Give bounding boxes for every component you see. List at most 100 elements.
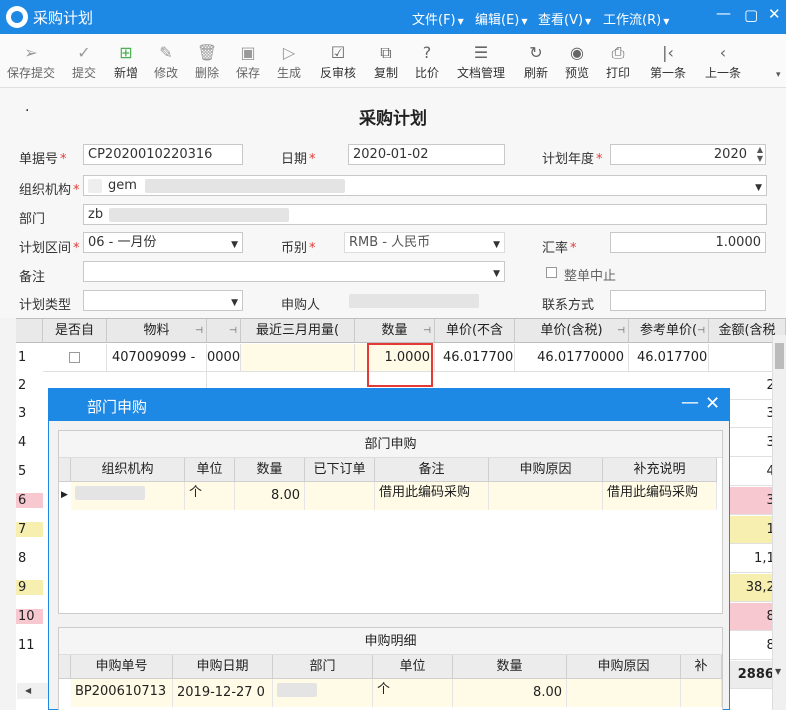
add-button[interactable]: ⊞ 新增 [108,42,144,81]
remark-cell[interactable]: 借用此编码采购 [375,482,489,510]
col-self[interactable]: 是否自 [43,319,107,343]
pin-icon[interactable]: ⊣ [229,319,237,342]
first-record-button[interactable]: |‹ 第一条 [644,42,692,81]
table-corner [59,458,71,482]
col-ordered[interactable]: 已下订单 [305,458,375,482]
row-checkbox[interactable] [69,352,80,363]
org-select[interactable]: gem ▼ [83,175,767,196]
remark-select[interactable]: ▼ [83,261,505,282]
grid-cell[interactable]: 0000 [207,344,241,372]
col-ref-price[interactable]: 参考单价(⊣ [629,319,709,343]
toolbar-more-icon[interactable]: ▾ [776,70,781,80]
chevron-down-icon: ▼ [493,269,500,279]
price-ex-tax-cell[interactable]: 46.017700 [435,344,515,372]
currency-select[interactable]: RMB - 人民币 ▼ [344,232,505,253]
ordered-cell[interactable] [305,482,375,510]
vertical-scrollbar[interactable]: ▼ [772,335,786,710]
dept-cell[interactable] [273,679,373,707]
col-remark[interactable]: 备注 [375,458,489,482]
pin-icon[interactable]: ⊣ [617,319,625,342]
save-button[interactable]: ▣ 保存 [230,42,266,81]
submit-button[interactable]: ✓ 提交 [66,42,102,81]
qty-cell[interactable]: 8.00 [453,679,567,707]
panel-title: 部门申购 [59,431,722,458]
scroll-down-icon[interactable]: ▼ [775,667,781,676]
dept-field[interactable]: zb [83,204,767,225]
dept-request-table: 组织机构 单位 数量 已下订单 备注 申购原因 补充说明 ▶ 个 8.00 借用… [59,458,722,542]
contact-field[interactable] [610,290,766,311]
maximize-icon[interactable]: ▢ [744,6,758,24]
minimize-icon[interactable]: — [716,4,731,22]
recent-usage-cell[interactable] [241,344,355,372]
supplement-cell[interactable]: 借用此编码采购 [603,482,717,510]
copy-button[interactable]: ⧉ 复制 [368,42,404,81]
save-submit-button[interactable]: ➢ 保存提交 [2,42,60,81]
scroll-left-icon[interactable]: ◀ [17,683,48,699]
col-reason[interactable]: 申购原因 [567,655,681,679]
unapprove-button[interactable]: ☑ 反审核 [314,42,362,81]
minimize-icon[interactable]: — [681,392,699,413]
preview-button[interactable]: ◉ 预览 [559,42,595,81]
plan-type-select[interactable]: ▼ [83,290,243,311]
col-unit[interactable]: 单位 [373,655,453,679]
col-supplement[interactable]: 补 [681,655,722,679]
document-manage-button[interactable]: ☰ 文档管理 [452,42,510,81]
pin-icon[interactable]: ⊣ [423,319,431,342]
menu-edit[interactable]: 编辑(E) ▼ [475,9,528,28]
scroll-thumb[interactable] [775,343,784,369]
col-org[interactable]: 组织机构 [71,458,185,482]
delete-button[interactable]: 🗑 删除 [189,42,225,81]
menu-view[interactable]: 查看(V) ▼ [538,9,591,28]
close-icon[interactable]: ✕ [768,5,781,23]
col-recent-usage[interactable]: 最近三月用量( [241,319,355,343]
prev-record-button[interactable]: ‹ 上一条 [700,42,746,81]
pin-icon[interactable]: ⊣ [697,319,705,342]
unit-cell[interactable]: 个 [185,482,235,510]
whole-stop-checkbox[interactable] [546,267,557,278]
rate-field[interactable]: 1.0000 [610,232,766,253]
request-no-cell[interactable]: BP200610713 [71,679,173,707]
plan-year-field[interactable]: 2020 ▲ ▼ [610,144,766,165]
col-dept[interactable]: 部门 [273,655,373,679]
add-icon: ⊞ [119,43,133,62]
toolbar: ➢ 保存提交 ✓ 提交 ⊞ 新增 ✎ 修改 🗑 删除 ▣ 保存 ▷ 生成 ☑ 反审核 ⧉ 复制 ?… [0,34,786,88]
col-request-date[interactable]: 申购日期 [173,655,273,679]
reason-cell[interactable] [489,482,603,510]
compare-price-button[interactable]: ? 比价 [409,42,445,81]
price-in-tax-cell[interactable]: 46.01770000 [515,344,629,372]
col-qty[interactable]: 数量 ⊣ [355,319,435,343]
col-price-ex-tax[interactable]: 单价(不含 [435,319,515,343]
pin-icon[interactable]: ⊣ [195,319,203,342]
row-number: 10 [16,609,43,624]
material-cell[interactable]: 407009099 - [107,344,207,372]
col-qty[interactable]: 数量 [453,655,567,679]
reason-cell[interactable] [567,679,681,707]
close-icon[interactable]: ✕ [705,393,720,414]
generate-button[interactable]: ▷ 生成 [271,42,307,81]
supplement-cell[interactable] [681,679,722,707]
requester-field[interactable] [344,290,505,311]
print-button[interactable]: ⎙ 打印 [600,42,636,81]
menu-file[interactable]: 文件(F) ▼ [412,9,464,28]
col-qty[interactable]: 数量 [235,458,305,482]
doc-no-field[interactable]: CP2020010220316 [83,144,243,165]
col-supplement[interactable]: 补充说明 [603,458,717,482]
grid-cell[interactable] [43,344,107,372]
menu-workflow[interactable]: 工作流(R) ▼ [603,9,669,28]
plan-period-select[interactable]: 06 - 一月份 ▼ [83,232,243,253]
org-cell[interactable] [71,482,185,510]
date-field[interactable]: 2020-01-02 [348,144,505,165]
col-material[interactable]: 物料 ⊣ [107,319,207,343]
unit-cell[interactable]: 个 [373,679,453,707]
ref-price-cell[interactable]: 46.017700 [629,344,709,372]
col-request-no[interactable]: 申购单号 [71,655,173,679]
request-date-cell[interactable]: 2019-12-27 0 [173,679,273,707]
col-code-tail[interactable]: ⊣ [207,319,241,343]
col-price-in-tax[interactable]: 单价(含税) ⊣ [515,319,629,343]
col-unit[interactable]: 单位 [185,458,235,482]
spinner-icon[interactable]: ▲ ▼ [757,145,763,163]
refresh-button[interactable]: ↻ 刷新 [518,42,554,81]
qty-cell[interactable]: 8.00 [235,482,305,510]
col-reason[interactable]: 申购原因 [489,458,603,482]
edit-button[interactable]: ✎ 修改 [148,42,184,81]
